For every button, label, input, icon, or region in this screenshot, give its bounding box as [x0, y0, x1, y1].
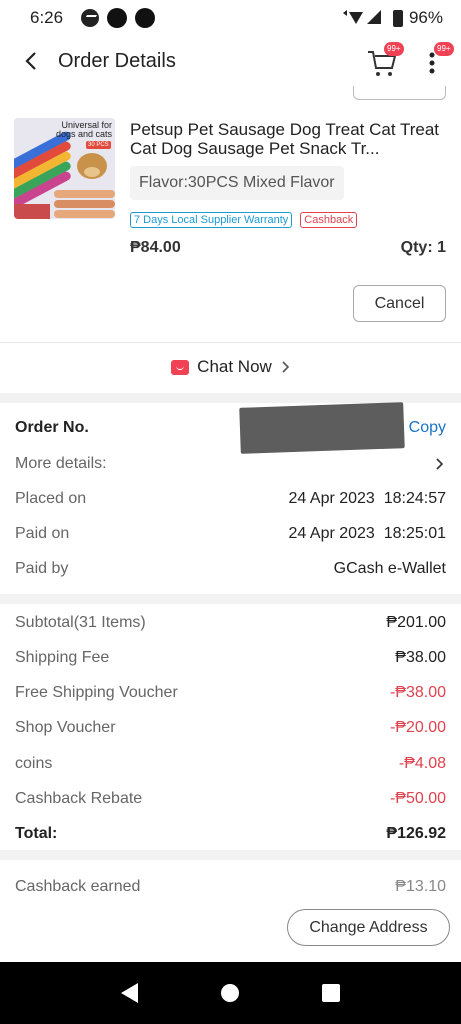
status-left: 6:26 — [30, 8, 156, 28]
cart-badge: 99+ — [384, 42, 404, 56]
total-value: ₱126.92 — [386, 825, 446, 842]
section-gap — [0, 393, 461, 403]
nav-recent-apps-icon[interactable] — [321, 984, 340, 1002]
battery-icon — [392, 9, 403, 27]
chat-icon — [171, 359, 190, 375]
cancel-button[interactable]: Cancel — [353, 285, 446, 322]
chat-now-label: Chat Now — [197, 357, 272, 376]
warranty-tag: 7 Days Local Supplier Warranty — [130, 212, 293, 228]
cashback-tag: Cashback — [300, 212, 358, 228]
summary-value: ₱201.00 — [386, 614, 446, 631]
change-address-button[interactable]: Change Address — [287, 909, 450, 946]
back-arrow-icon[interactable] — [16, 46, 46, 76]
product-image-caption-line: dogs and cats — [55, 129, 112, 139]
system-navigation-bar — [0, 962, 461, 1024]
copy-order-number-link[interactable]: Copy — [409, 419, 446, 437]
paid-by-value: GCash e-Wallet — [333, 560, 446, 577]
summary-label: Subtotal(31 Items) — [15, 614, 146, 631]
summary-label: Shop Voucher — [15, 719, 116, 736]
cashback-earned-label: Cashback earned — [15, 878, 141, 895]
section-gap — [0, 594, 461, 604]
summary-label: Cashback Rebate — [15, 790, 143, 807]
more-badge: 99+ — [434, 42, 454, 56]
battery-level: 96% — [408, 8, 443, 27]
summary-label: Shipping Fee — [15, 649, 110, 666]
summary-label: Free Shipping Voucher — [15, 684, 178, 701]
more-vertical-icon — [429, 52, 435, 74]
redacted-order-number — [239, 402, 405, 454]
chevron-right-icon — [282, 361, 289, 373]
more-details-label: More details: — [15, 455, 107, 472]
wifi-signal-icon — [342, 10, 381, 24]
status-time: 6:26 — [30, 8, 64, 27]
summary-value: -₱38.00 — [389, 684, 446, 701]
notification-dot-icon — [135, 8, 156, 28]
messenger-icon — [81, 9, 100, 27]
summary-value: ₱38.00 — [395, 649, 446, 666]
product-variant: Flavor:30PCS Mixed Flavor — [130, 166, 344, 200]
summary-row: Subtotal(31 Items) ₱201.00 — [15, 608, 446, 638]
product-tags: 7 Days Local Supplier Warranty Cashback — [130, 212, 358, 228]
page-title: Order Details — [58, 49, 176, 72]
summary-value: -₱50.00 — [389, 790, 446, 807]
paid-on-label: Paid on — [15, 525, 70, 542]
product-title: Petsup Pet Sausage Dog Treat Cat Treat C… — [130, 120, 440, 158]
status-right: 96% — [341, 8, 443, 28]
paid-by-label: Paid by — [15, 560, 69, 577]
paid-on-value: 24 Apr 2023 18:25:01 — [288, 525, 446, 542]
total-label: Total: — [15, 825, 58, 842]
summary-value: -₱20.00 — [389, 719, 446, 736]
app-header: Order Details 99+ 99+ — [0, 36, 461, 86]
placed-on-row: Placed on 24 Apr 2023 18:24:57 — [15, 484, 446, 514]
placed-on-label: Placed on — [15, 490, 87, 507]
product-image: Universal for dogs and cats 30 PCS — [14, 118, 115, 219]
more-options-button[interactable]: 99+ — [422, 42, 454, 78]
chevron-right-icon — [436, 458, 444, 470]
product-quantity: Qty: 1 — [400, 239, 446, 256]
chat-now-button[interactable]: Chat Now — [0, 343, 461, 391]
summary-row: coins -₱4.08 — [15, 749, 446, 779]
nav-back-icon[interactable] — [121, 983, 139, 1003]
summary-row: Shop Voucher -₱20.00 — [15, 713, 446, 743]
total-row: Total: ₱126.92 — [15, 819, 446, 849]
more-details-row[interactable]: More details: — [15, 449, 446, 479]
summary-value: -₱4.08 — [398, 755, 446, 772]
status-bar: 6:26 96% — [0, 0, 461, 36]
product-price: ₱84.00 — [130, 239, 181, 256]
summary-row: Shipping Fee ₱38.00 — [15, 643, 446, 673]
summary-row: Cashback Rebate -₱50.00 — [15, 784, 446, 814]
cashback-earned-value: ₱13.10 — [395, 878, 446, 895]
nav-home-icon[interactable] — [220, 984, 239, 1002]
product-image-caption: Universal for dogs and cats — [54, 121, 112, 139]
paid-by-row: Paid by GCash e-Wallet — [15, 554, 446, 584]
product-image-badge: 30 PCS — [86, 141, 111, 149]
section-gap — [0, 850, 461, 860]
order-number-label: Order No. — [15, 419, 89, 436]
paid-on-row: Paid on 24 Apr 2023 18:25:01 — [15, 519, 446, 549]
summary-row: Free Shipping Voucher -₱38.00 — [15, 678, 446, 708]
summary-label: coins — [15, 755, 53, 772]
placed-on-value: 24 Apr 2023 18:24:57 — [288, 490, 446, 507]
cart-button[interactable]: 99+ — [366, 42, 404, 78]
notification-dot-icon — [107, 8, 128, 28]
cashback-earned-row: Cashback earned ₱13.10 — [15, 872, 446, 902]
previous-button-edge — [353, 86, 446, 100]
